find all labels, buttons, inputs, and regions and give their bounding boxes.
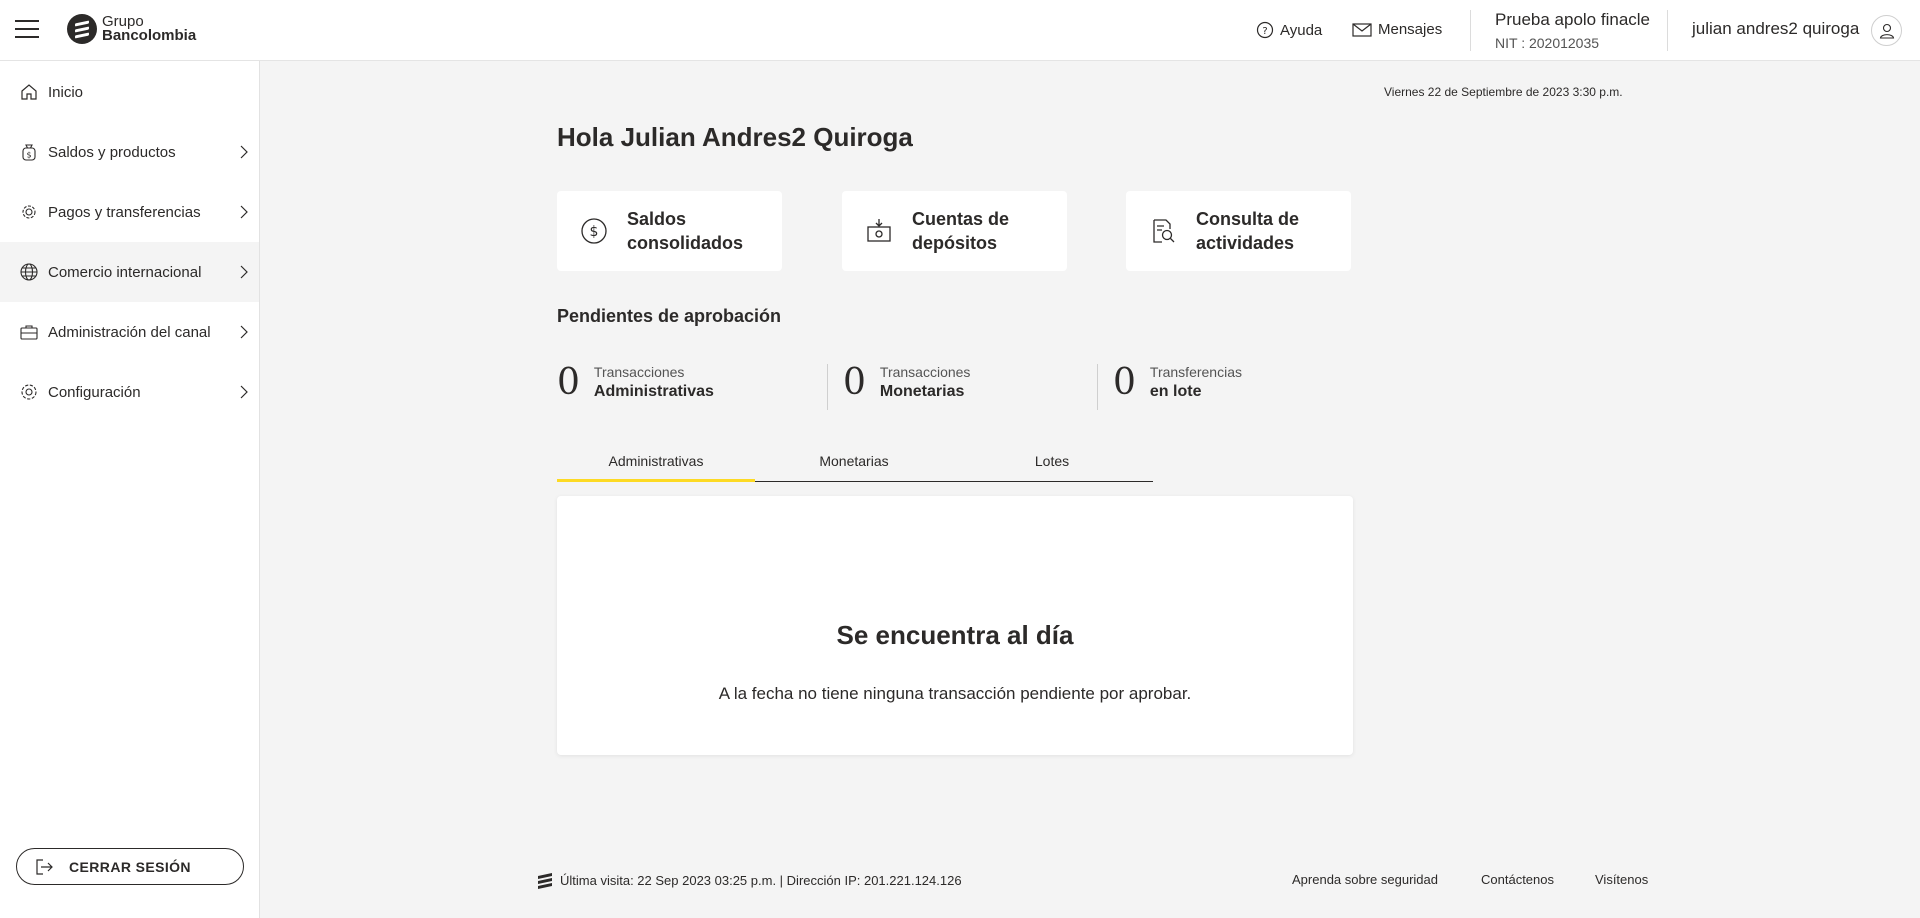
counter-line1: Transacciones (879, 364, 971, 380)
chevron-right-icon (240, 265, 248, 279)
card-consulta-actividades[interactable]: Consulta de actividades (1126, 191, 1351, 271)
home-icon (18, 81, 40, 103)
tab-administrativas[interactable]: Administrativas (557, 446, 755, 482)
dollar-circle-icon: $ (579, 216, 609, 246)
messages-label: Mensajes (1378, 21, 1443, 38)
sidebar-item-comercio[interactable]: Comercio internacional (0, 242, 259, 302)
sidebar-item-inicio[interactable]: Inicio (0, 62, 259, 122)
money-bag-icon: $ (18, 141, 40, 163)
logout-button[interactable]: CERRAR SESIÓN (16, 848, 244, 885)
counter-administrativas: 0 Transacciones Administrativas (557, 364, 714, 401)
panel-message: A la fecha no tiene ninguna transacción … (718, 684, 1192, 703)
sidebar-item-label: Saldos y productos (48, 143, 176, 161)
sidebar: Inicio $ Saldos y productos Pagos y tran… (0, 61, 260, 918)
card-saldos-consolidados[interactable]: $ Saldos consolidados (557, 191, 782, 271)
chevron-right-icon (240, 145, 248, 159)
counter-value: 0 (1113, 361, 1136, 403)
counter-line1: Transferencias (1149, 364, 1242, 380)
current-date: Viernes 22 de Septiembre de 2023 3:30 p.… (1384, 85, 1623, 99)
document-search-icon (1148, 216, 1178, 246)
bancolombia-logo-mark-icon (67, 14, 97, 44)
counter-value: 0 (843, 361, 866, 403)
help-label: Ayuda (1280, 21, 1323, 39)
hamburger-menu-icon[interactable] (15, 20, 39, 40)
footer-link-seguridad[interactable]: Aprenda sobre seguridad (1292, 872, 1438, 887)
chevron-right-icon (240, 385, 248, 399)
counter-line1: Transacciones (593, 364, 685, 380)
greeting-title: Hola Julian Andres2 Quiroga (557, 122, 913, 152)
top-header: Grupo Bancolombia ? Ayuda Mensajes Prueb… (0, 0, 1920, 61)
counter-value: 0 (557, 361, 580, 403)
counter-monetarias: 0 Transacciones Monetarias (843, 364, 970, 401)
counter-line2: en lote (1149, 383, 1202, 400)
company-nit: NIT : 202012035 (1495, 35, 1600, 51)
counter-lote: 0 Transferencias en lote (1113, 364, 1242, 401)
svg-text:$: $ (26, 151, 31, 160)
pending-tabs: Administrativas Monetarias Lotes (557, 446, 1153, 482)
pending-panel: Se encuentra al día A la fecha no tiene … (557, 496, 1353, 755)
footer-link-contactenos[interactable]: Contáctenos (1481, 872, 1554, 887)
payments-gear-icon (18, 201, 40, 223)
counter-line2: Monetarias (879, 383, 965, 400)
svg-text:$: $ (590, 224, 599, 240)
card-label: Saldos consolidados (627, 209, 744, 253)
messages-link[interactable]: Mensajes (1352, 21, 1442, 38)
logo-line2: Bancolombia (102, 27, 197, 44)
bancolombia-logo[interactable]: Grupo Bancolombia (67, 14, 196, 44)
deposit-icon (864, 216, 894, 246)
card-label: Cuentas de depósitos (912, 209, 1010, 253)
bancolombia-mark-icon (538, 873, 552, 889)
gear-icon (18, 381, 40, 403)
last-visit-text: Última visita: 22 Sep 2023 03:25 p.m. | … (560, 872, 962, 888)
globe-icon (18, 261, 40, 283)
user-avatar-icon[interactable] (1871, 15, 1902, 46)
help-icon: ? (1256, 21, 1274, 39)
mail-icon (1352, 22, 1372, 37)
help-link[interactable]: ? Ayuda (1256, 21, 1322, 39)
logout-icon (36, 859, 53, 875)
panel-title: Se encuentra al día (836, 620, 1074, 650)
sidebar-item-label: Comercio internacional (48, 263, 202, 281)
counter-divider (1097, 364, 1098, 410)
header-divider (1667, 10, 1668, 51)
sidebar-item-label: Pagos y transferencias (48, 203, 201, 221)
sidebar-item-label: Inicio (48, 83, 84, 101)
counter-line2: Administrativas (593, 383, 714, 400)
card-cuentas-depositos[interactable]: Cuentas de depósitos (842, 191, 1067, 271)
sidebar-item-saldos[interactable]: $ Saldos y productos (0, 122, 259, 182)
sidebar-item-administracion[interactable]: Administración del canal (0, 302, 259, 362)
company-name: Prueba apolo finacle (1495, 10, 1651, 29)
company-selector[interactable]: Prueba apolo finacle NIT : 202012035 (1495, 10, 1650, 51)
sidebar-item-label: Administración del canal (48, 323, 211, 341)
svg-text:?: ? (1262, 26, 1267, 37)
chevron-right-icon (240, 325, 248, 339)
tab-monetarias[interactable]: Monetarias (755, 446, 953, 482)
briefcase-icon (18, 321, 40, 343)
card-label: Consulta de actividades (1196, 209, 1300, 253)
sidebar-item-pagos[interactable]: Pagos y transferencias (0, 182, 259, 242)
header-divider (1470, 10, 1471, 51)
footer-link-visitenos[interactable]: Visítenos (1595, 872, 1648, 887)
pending-approval-title: Pendientes de aprobación (557, 306, 782, 326)
user-name[interactable]: julian andres2 quiroga (1692, 19, 1859, 39)
footer-last-visit: Última visita: 22 Sep 2023 03:25 p.m. | … (536, 871, 962, 889)
chevron-right-icon (240, 205, 248, 219)
tab-lotes[interactable]: Lotes (953, 446, 1151, 482)
counter-divider (827, 364, 828, 410)
sidebar-item-label: Configuración (48, 383, 141, 401)
sidebar-item-configuracion[interactable]: Configuración (0, 362, 259, 422)
